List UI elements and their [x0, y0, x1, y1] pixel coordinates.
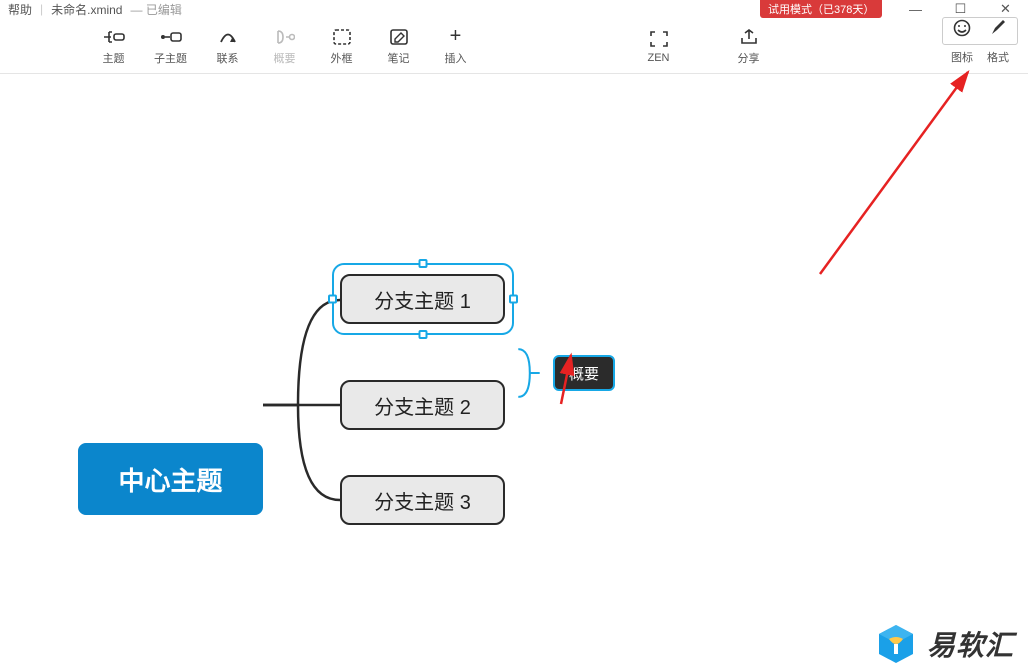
- note-button[interactable]: 笔记: [370, 26, 427, 66]
- relation-icon: [215, 26, 241, 48]
- format-label: 格式: [987, 49, 1009, 65]
- watermark-icon: [875, 623, 917, 665]
- watermark: 易软汇: [875, 623, 1014, 665]
- insert-button[interactable]: + 插入: [427, 26, 484, 66]
- subtopic-icon: [158, 26, 184, 48]
- watermark-text: 易软汇: [927, 624, 1014, 664]
- subtopic-button[interactable]: 子主题: [142, 26, 199, 66]
- brush-icon: [989, 19, 1007, 42]
- share-icon: [736, 26, 762, 48]
- zen-icon: [646, 28, 672, 50]
- menu-help[interactable]: 帮助: [8, 1, 32, 18]
- branch-topic-3-node[interactable]: 分支主题 3: [340, 475, 505, 525]
- icons-label: 图标: [951, 49, 973, 65]
- branch-topic-1-node[interactable]: 分支主题 1: [340, 274, 505, 324]
- insert-icon: +: [443, 26, 469, 48]
- toolbar: 主题 子主题 联系 概要 外框: [0, 18, 1028, 74]
- maximize-button[interactable]: ☐: [938, 0, 983, 18]
- center-topic-node[interactable]: 中心主题: [78, 443, 263, 515]
- minimize-button[interactable]: —: [893, 0, 938, 18]
- relation-button[interactable]: 联系: [199, 26, 256, 66]
- share-button[interactable]: 分享: [720, 26, 777, 66]
- icons-button[interactable]: [944, 19, 980, 43]
- format-button[interactable]: [980, 19, 1016, 43]
- summary-icon: [272, 26, 298, 48]
- smiley-icon: [953, 19, 971, 42]
- canvas[interactable]: 中心主题 分支主题 1 分支主题 2 分支主题 3 概要: [0, 74, 1028, 671]
- trial-badge[interactable]: 试用模式（已378天）: [760, 0, 882, 18]
- branch-topic-2-node[interactable]: 分支主题 2: [340, 380, 505, 430]
- summary-node[interactable]: 概要: [553, 355, 615, 391]
- close-button[interactable]: ✕: [983, 0, 1028, 18]
- boundary-button[interactable]: 外框: [313, 26, 370, 66]
- window-controls: — ☐ ✕: [893, 0, 1028, 18]
- boundary-icon: [329, 26, 355, 48]
- filename: 未命名.xmind: [51, 1, 122, 18]
- summary-button: 概要: [256, 26, 313, 66]
- titlebar: 帮助 | 未命名.xmind — 已编辑 试用模式（已378天） — ☐ ✕: [0, 0, 1028, 18]
- note-icon: [386, 26, 412, 48]
- topic-button[interactable]: 主题: [85, 26, 142, 66]
- annotation-arrow-1: [550, 64, 980, 404]
- edited-indicator: — 已编辑: [131, 1, 182, 18]
- topic-icon: [101, 26, 127, 48]
- zen-button[interactable]: ZEN: [630, 28, 687, 64]
